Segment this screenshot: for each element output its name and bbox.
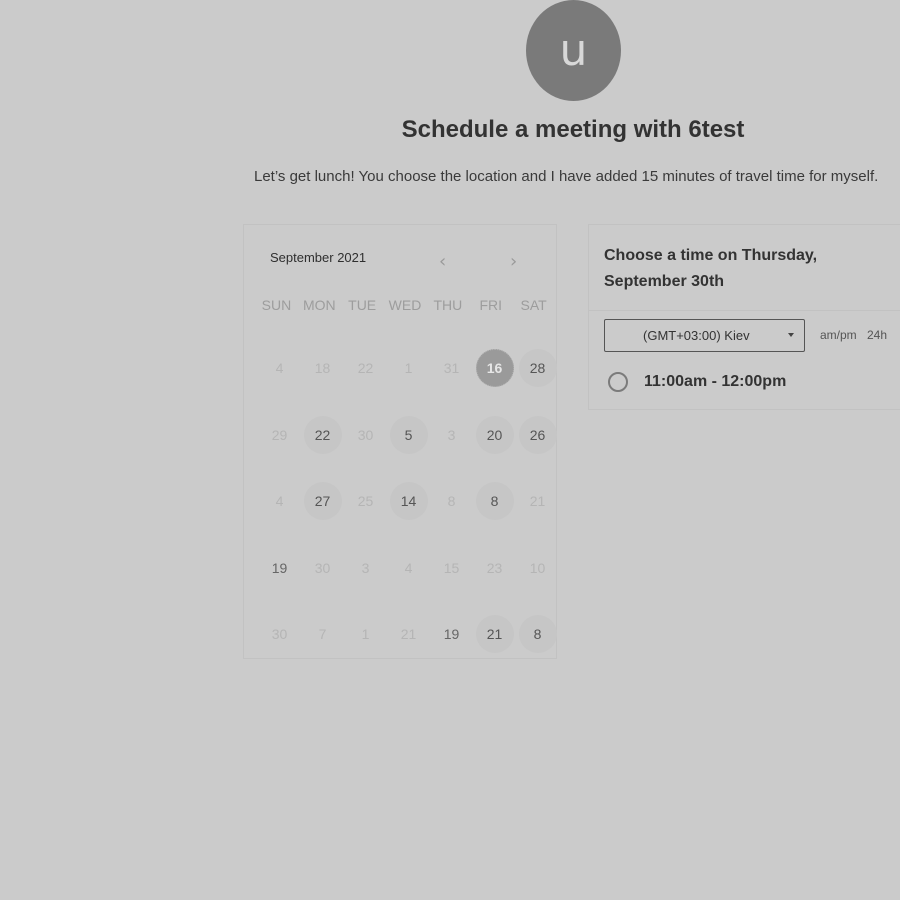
calendar-day-number: 1 [361,626,370,643]
time-slot[interactable]: 11:00am - 12:00pm [608,372,786,392]
calendar-day-number: 4 [275,360,284,377]
calendar-day-number: 1 [404,360,413,377]
weekday-label: SAT [520,297,547,313]
calendar-day[interactable]: 14 [387,468,430,535]
calendar-day-number: 26 [518,415,557,454]
timezone-value: (GMT+03:00) Kiev [643,328,750,343]
calendar-day[interactable]: 21 [473,601,516,668]
calendar-day-number: 19 [443,626,460,643]
calendar-day-number: 4 [275,493,284,510]
calendar-day-number: 8 [447,493,456,510]
calendar-day: 3 [430,402,473,469]
calendar-day: 15 [430,535,473,602]
calendar-day: 19 [430,601,473,668]
weekday-label: FRI [479,297,502,313]
calendar-day: 18 [301,335,344,402]
calendar-day-number: 14 [389,482,428,521]
calendar-day: 29 [258,402,301,469]
calendar-day[interactable]: 16 [473,335,516,402]
calendar-day: 1 [387,335,430,402]
calendar-day-number: 21 [400,626,417,643]
calendar-day-number: 28 [518,349,557,388]
calendar-day[interactable]: 27 [301,468,344,535]
calendar-day-number: 3 [447,426,456,443]
radio-button[interactable] [608,372,628,392]
calendar-day: 3 [344,535,387,602]
calendar-day: 25 [344,468,387,535]
calendar-day-number: 19 [271,559,288,576]
format-ampm-toggle[interactable]: am/pm [820,328,857,342]
calendar-day: 4 [258,468,301,535]
calendar-day-number: 16 [475,349,514,388]
calendar-day-number: 25 [357,493,374,510]
calendar-day: 7 [301,601,344,668]
month-label: September 2021 [270,250,367,265]
weekday-label: THU [433,297,463,313]
time-panel-heading: Choose a time on Thursday, September 30t… [604,247,818,290]
calendar-day-number: 30 [314,559,331,576]
page-title: Schedule a meeting with 6test [401,116,745,143]
calendar-day: 23 [473,535,516,602]
avatar: u [526,0,621,101]
calendar-day-number: 29 [271,426,288,443]
weekday-header: SUN MON TUE WED THU FRI SAT [255,297,555,313]
calendar-day: 19 [258,535,301,602]
calendar-day[interactable]: 26 [516,402,559,469]
calendar-day: 30 [344,402,387,469]
time-panel: Choose a time on Thursday, September 30t… [588,224,900,410]
calendar-day-number: 21 [475,615,514,654]
calendar-day: 21 [516,468,559,535]
calendar-day[interactable]: 22 [301,402,344,469]
timezone-select[interactable]: (GMT+03:00) Kiev [604,319,805,352]
calendar-day: 22 [344,335,387,402]
calendar-day[interactable]: 20 [473,402,516,469]
calendar-day[interactable]: 8 [516,601,559,668]
calendar-day-number: 15 [443,559,460,576]
calendar-day-number: 8 [518,615,557,654]
calendar-day-number: 23 [486,559,503,576]
chevron-left-icon[interactable]: ‹ [439,251,446,272]
calendar-day: 30 [301,535,344,602]
calendar-day-number: 27 [303,482,342,521]
calendar-day-number: 18 [314,360,331,377]
caret-down-icon [788,333,794,337]
weekday-label: WED [388,297,422,313]
divider [589,310,900,311]
calendar-day-number: 31 [443,360,460,377]
calendar-day-number: 3 [361,559,370,576]
calendar-day-number: 4 [404,559,413,576]
calendar-grid: 4 18 22 1 31 16 28 29 22 30 5 3 20 26 4 27 25 14 8 8 21 19 30 3… [258,335,558,668]
calendar-day: 4 [387,535,430,602]
weekday-label: SUN [261,297,292,313]
calendar-day: 21 [387,601,430,668]
calendar-day-number: 7 [318,626,327,643]
calendar-day-number: 21 [529,493,546,510]
calendar-day: 8 [430,468,473,535]
calendar-day: 4 [258,335,301,402]
calendar-day: 10 [516,535,559,602]
chevron-right-icon[interactable]: › [510,251,517,272]
calendar-day-number: 30 [357,426,374,443]
calendar-day: 1 [344,601,387,668]
format-24h-toggle[interactable]: 24h [867,328,887,342]
calendar: September 2021 ‹ › SUN MON TUE WED THU FRI SAT… [243,224,557,659]
calendar-day[interactable]: 8 [473,468,516,535]
calendar-day: 30 [258,601,301,668]
calendar-day-number: 8 [475,482,514,521]
calendar-day-number: 22 [357,360,374,377]
weekday-label: MON [302,297,336,313]
calendar-day[interactable]: 5 [387,402,430,469]
calendar-day-number: 22 [303,415,342,454]
calendar-day[interactable]: 28 [516,335,559,402]
calendar-day-number: 10 [529,559,546,576]
calendar-day-number: 30 [271,626,288,643]
calendar-day: 31 [430,335,473,402]
calendar-day-number: 20 [475,415,514,454]
calendar-day-number: 5 [389,415,428,454]
weekday-label: TUE [348,297,377,313]
event-description: Let’s get lunch! You choose the location… [254,168,879,185]
time-slot-label: 11:00am - 12:00pm [644,373,787,390]
